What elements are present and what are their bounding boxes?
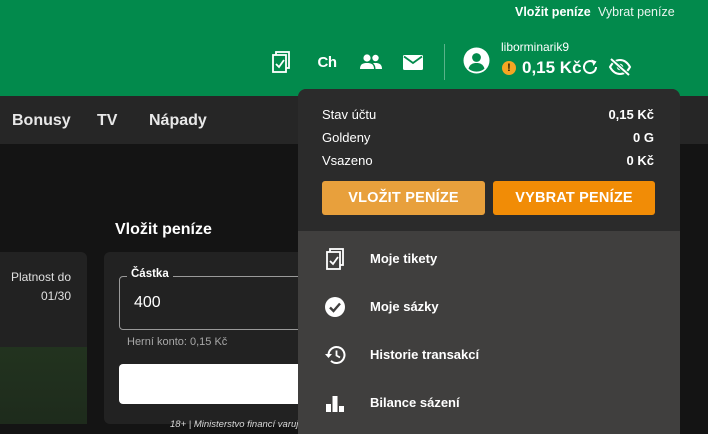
- username[interactable]: liborminarik9: [501, 40, 569, 54]
- refresh-icon[interactable]: [580, 57, 600, 77]
- account-dropdown: Stav účtu 0,15 Kč Goldeny 0 G Vsazeno 0 …: [298, 89, 680, 434]
- card-validity: Platnost do 01/30: [11, 268, 71, 306]
- summary-label: Vsazeno: [322, 153, 373, 168]
- check-circle-icon: [323, 295, 347, 319]
- dropdown-withdraw-button[interactable]: VYBRAT PENÍZE: [493, 181, 655, 215]
- nav-item-tv[interactable]: TV: [97, 112, 117, 130]
- top-header: Vložit peníze Vybrat peníze Ch libormina…: [0, 0, 708, 96]
- tickets-icon[interactable]: [270, 51, 292, 73]
- hide-balance-icon[interactable]: [607, 57, 633, 77]
- summary-row-goldeny: Goldeny 0 G: [322, 130, 654, 145]
- card-validity-value: 01/30: [40, 289, 71, 303]
- dropdown-deposit-button[interactable]: VLOŽIT PENÍZE: [322, 181, 485, 215]
- card-validity-label: Platnost do: [10, 270, 71, 284]
- avatar-icon[interactable]: [463, 47, 490, 74]
- amount-helper-text: Herní konto: 0,15 Kč: [127, 336, 228, 348]
- coin-icon: !: [502, 61, 516, 75]
- summary-label: Stav účtu: [322, 107, 377, 122]
- history-icon: [323, 343, 347, 367]
- mail-icon[interactable]: [402, 51, 424, 73]
- menu-item-moje-tikety[interactable]: Moje tikety: [298, 239, 680, 279]
- menu-item-bilance-sazeni[interactable]: Bilance sázení: [298, 383, 680, 423]
- amount-value[interactable]: 400: [134, 294, 161, 312]
- account-summary: Stav účtu 0,15 Kč Goldeny 0 G Vsazeno 0 …: [298, 89, 680, 231]
- nav-item-napady[interactable]: Nápady: [149, 112, 207, 130]
- section-title: Vložit peníze: [115, 221, 212, 238]
- amount-label: Částka: [127, 268, 173, 280]
- menu-item-label: Historie transakcí: [370, 347, 480, 362]
- menu-item-moje-sazky[interactable]: Moje sázky: [298, 287, 680, 327]
- submit-deposit-button[interactable]: [119, 364, 319, 404]
- summary-row-vsazeno: Vsazeno 0 Kč: [322, 153, 654, 168]
- header-balance[interactable]: 0,15 Kč: [522, 58, 582, 78]
- summary-value: 0 Kč: [626, 153, 654, 168]
- menu-item-label: Bilance sázení: [370, 395, 460, 410]
- summary-value: 0,15 Kč: [608, 107, 654, 122]
- summary-label: Goldeny: [322, 130, 371, 145]
- ch-icon[interactable]: Ch: [313, 51, 341, 73]
- menu-item-label: Moje sázky: [370, 299, 439, 314]
- tickets-icon: [323, 247, 347, 271]
- summary-value: 0 G: [633, 130, 654, 145]
- card-image: [0, 347, 87, 424]
- payment-card[interactable]: Platnost do 01/30: [0, 252, 87, 424]
- nav-item-bonusy[interactable]: Bonusy: [12, 112, 71, 130]
- header-divider: [444, 44, 445, 80]
- summary-row-balance: Stav účtu 0,15 Kč: [322, 107, 654, 122]
- menu-item-historie-transakci[interactable]: Historie transakcí: [298, 335, 680, 375]
- friends-icon[interactable]: [358, 51, 384, 73]
- bar-chart-icon: [323, 391, 347, 415]
- withdraw-link[interactable]: Vybrat peníze: [598, 5, 675, 19]
- menu-item-label: Moje tikety: [370, 251, 438, 266]
- deposit-link[interactable]: Vložit peníze: [515, 5, 591, 19]
